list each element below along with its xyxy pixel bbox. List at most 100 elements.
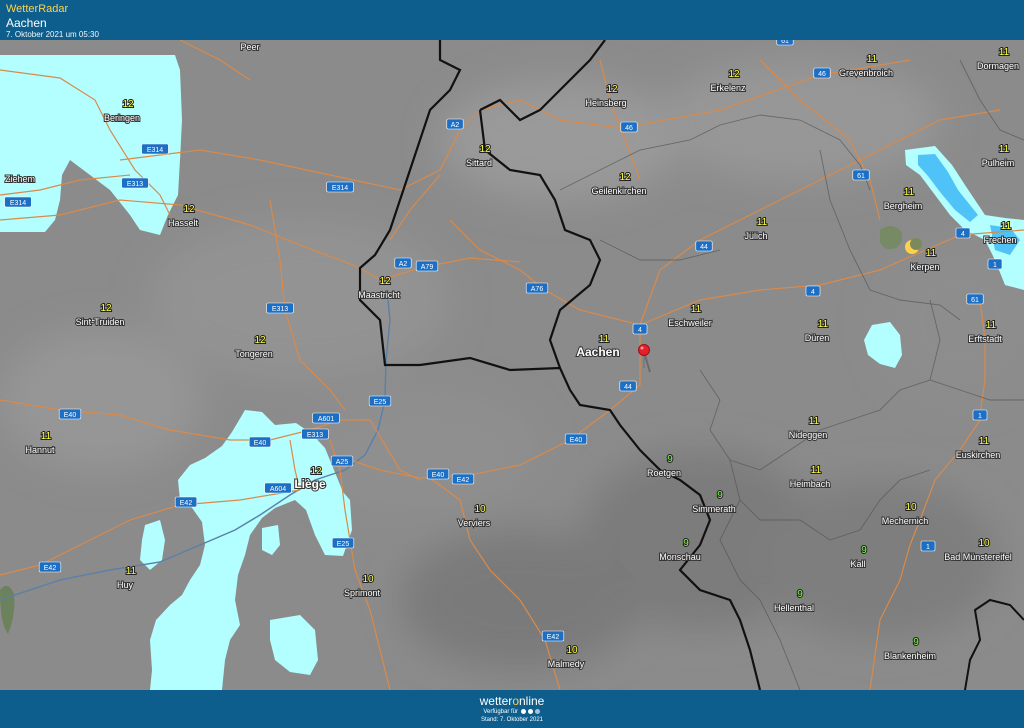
city-name: Peer: [240, 42, 259, 52]
temperature-label: 11: [867, 54, 878, 65]
temperature-label: 12: [479, 144, 491, 155]
road-shield-e40: E40: [426, 468, 450, 480]
road-shield-61: 61: [966, 293, 984, 305]
app-header: WetterRadar Aachen 7. Oktober 2021 um 05…: [0, 0, 1024, 40]
temperature-label: 9: [797, 589, 803, 600]
temperature-label: 10: [566, 645, 578, 656]
road-shield-44: 44: [619, 380, 637, 392]
availability-row: Verfügbar für: [0, 708, 1024, 716]
svg-text:E40: E40: [570, 437, 583, 444]
temperature-label: 12: [100, 303, 112, 314]
city-name: Heimbach: [790, 479, 831, 489]
city-name: Huy: [117, 580, 134, 590]
road-shield-e40: E40: [58, 408, 82, 420]
temperature-label: 9: [683, 538, 689, 549]
city-name: Ziehem: [5, 174, 35, 184]
road-shield-4: 4: [632, 323, 648, 335]
city-peer[interactable]: Peer: [239, 41, 260, 53]
city-name: Monschau: [659, 552, 701, 562]
temperature-label: 12: [619, 172, 631, 183]
radar-map[interactable]: 61 46 46 A2 E314 E314 E313 E314 A2 A79 A76 E313 44 4 4…: [0, 40, 1024, 690]
svg-text:1: 1: [926, 544, 930, 551]
city-name: Nideggen: [789, 430, 828, 440]
road-shield-a79: A79: [415, 260, 439, 272]
city-name: Düren: [805, 333, 830, 343]
svg-text:46: 46: [625, 125, 633, 132]
road-shield-e42: E42: [541, 630, 565, 642]
temperature-label: 11: [811, 465, 822, 476]
svg-text:E42: E42: [180, 500, 193, 507]
temperature-label: 12: [728, 69, 740, 80]
svg-text:61: 61: [857, 173, 865, 180]
city-name: Sint-Truiden: [76, 317, 125, 327]
svg-text:E313: E313: [272, 306, 288, 313]
temperature-label: 11: [926, 248, 937, 259]
temperature-label: 9: [913, 637, 919, 648]
brand-prefix: wetter: [479, 694, 513, 708]
city-name: Erkelenz: [710, 83, 746, 93]
svg-text:4: 4: [811, 289, 815, 296]
city-name: Dormagen: [977, 61, 1019, 71]
svg-text:E313: E313: [307, 432, 323, 439]
road-shield-a76: A76: [525, 282, 549, 294]
temperature-label: 9: [717, 490, 723, 501]
temperature-label: 11: [986, 320, 997, 331]
svg-text:A2: A2: [451, 122, 460, 129]
svg-text:4: 4: [638, 327, 642, 334]
status-text: Stand: 7. Oktober 2021: [480, 717, 544, 723]
road-shield-a601: A601: [312, 412, 340, 424]
temperature-label: 11: [126, 566, 137, 577]
road-shield-e25: E25: [331, 537, 355, 549]
road-shield-44: 44: [695, 240, 713, 252]
svg-text:E25: E25: [337, 541, 350, 548]
svg-text:A601: A601: [318, 416, 334, 423]
brand-suffix: nline: [519, 694, 545, 708]
road-shield-e313: E313: [266, 302, 294, 314]
svg-text:46: 46: [818, 71, 826, 78]
city-name: Hannut: [25, 445, 55, 455]
svg-text:E40: E40: [64, 412, 77, 419]
road-shield-e313: E313: [301, 428, 329, 440]
svg-text:A76: A76: [531, 286, 544, 293]
brand-logo[interactable]: wetteronline: [0, 694, 1024, 708]
svg-text:44: 44: [700, 244, 708, 251]
temperature-label: 10: [362, 574, 374, 585]
svg-text:1: 1: [993, 262, 997, 269]
city-name: Hellenthal: [774, 603, 814, 613]
road-shield-e314: E314: [4, 196, 32, 208]
svg-text:A25: A25: [336, 459, 349, 466]
city-name: Frechen: [983, 235, 1016, 245]
road-shield-46: 46: [813, 67, 831, 79]
temperature-label: 10: [474, 504, 486, 515]
svg-text:A604: A604: [270, 486, 286, 493]
road-shield-1: 1: [972, 409, 988, 421]
road-shield-a604: A604: [264, 482, 292, 494]
temperature-label: 12: [310, 466, 322, 477]
road-shield-e314: E314: [141, 143, 169, 155]
availability-text: Verfügbar für: [483, 709, 518, 715]
city-ziehem[interactable]: Ziehem: [4, 173, 36, 185]
svg-text:A79: A79: [421, 264, 434, 271]
city-name: Beringen: [104, 113, 140, 123]
road-shield-4: 4: [955, 227, 971, 239]
city-name: Sittard: [466, 158, 492, 168]
city-name: Hasselt: [168, 218, 199, 228]
temperature-label: 11: [809, 416, 820, 427]
platform-dot-icon: [520, 708, 526, 714]
svg-text:E42: E42: [457, 477, 470, 484]
city-name: Pulheim: [982, 158, 1015, 168]
temperature-label: 12: [254, 335, 266, 346]
city-name: Erftstadt: [968, 334, 1002, 344]
svg-text:E25: E25: [374, 399, 387, 406]
temperature-label: 9: [861, 545, 867, 556]
city-name: Euskirchen: [956, 450, 1001, 460]
platform-dot-icon: [534, 708, 540, 714]
map-canvas[interactable]: 614646A2E314E314E313E314A2 A79A76E3134444…: [0, 40, 1024, 690]
temperature-label: 12: [606, 84, 618, 95]
temperature-label: 11: [999, 144, 1010, 155]
city-name: Kall: [850, 559, 865, 569]
road-shield-e40: E40: [564, 433, 588, 445]
road-shield-e42: E42: [174, 496, 198, 508]
road-shield-61: 61: [852, 169, 870, 181]
timestamp: 7. Oktober 2021 um 05:30: [6, 30, 99, 39]
